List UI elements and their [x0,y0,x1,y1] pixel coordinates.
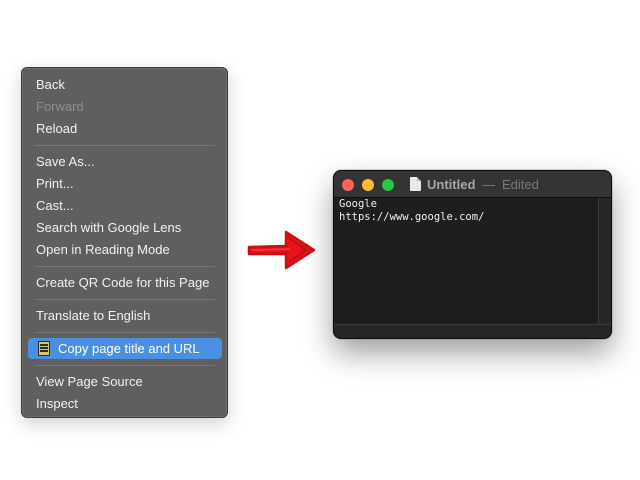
menu-separator [34,365,215,366]
context-menu: Back Forward Reload Save As... Print... … [21,67,228,418]
menu-item-forward: Forward [36,99,84,114]
menu-item-open-reading-mode[interactable]: Open in Reading Mode [36,240,170,260]
menu-separator [34,145,215,146]
menu-item-inspect[interactable]: Inspect [36,394,78,414]
extension-notepad-icon [38,341,50,356]
menu-separator [34,332,215,333]
horizontal-scrollbar[interactable] [334,324,611,338]
edited-status: Edited [502,177,539,192]
menu-item-reload[interactable]: Reload [36,119,77,139]
close-button[interactable] [342,179,354,191]
minimize-button[interactable] [362,179,374,191]
vertical-scrollbar[interactable] [598,198,611,325]
menu-item-copy-title-url[interactable]: Copy page title and URL [28,338,222,359]
menu-item-search-google-lens[interactable]: Search with Google Lens [36,218,181,238]
text-content-area[interactable]: Google https://www.google.com/ [334,198,598,325]
menu-separator [34,266,215,267]
menu-item-save-as[interactable]: Save As... [36,152,95,172]
menu-item-view-page-source[interactable]: View Page Source [36,372,143,392]
menu-separator [34,299,215,300]
menu-item-back[interactable]: Back [36,75,65,95]
menu-item-create-qr-code[interactable]: Create QR Code for this Page [36,273,209,293]
text-line-url: https://www.google.com/ [339,211,485,223]
menu-item-label: Copy page title and URL [58,341,200,356]
window-titlebar[interactable]: Untitled — Edited [334,171,611,198]
text-line-title: Google [339,198,377,210]
text-editor-window: Untitled — Edited Google https://www.goo… [333,170,612,339]
zoom-button[interactable] [382,179,394,191]
menu-item-translate[interactable]: Translate to English [36,306,150,326]
right-arrow-icon [247,230,316,270]
document-icon[interactable] [410,177,421,191]
title-separator: — [482,177,495,192]
window-title[interactable]: Untitled [427,171,475,198]
menu-item-print[interactable]: Print... [36,174,74,194]
menu-item-cast[interactable]: Cast... [36,196,74,216]
